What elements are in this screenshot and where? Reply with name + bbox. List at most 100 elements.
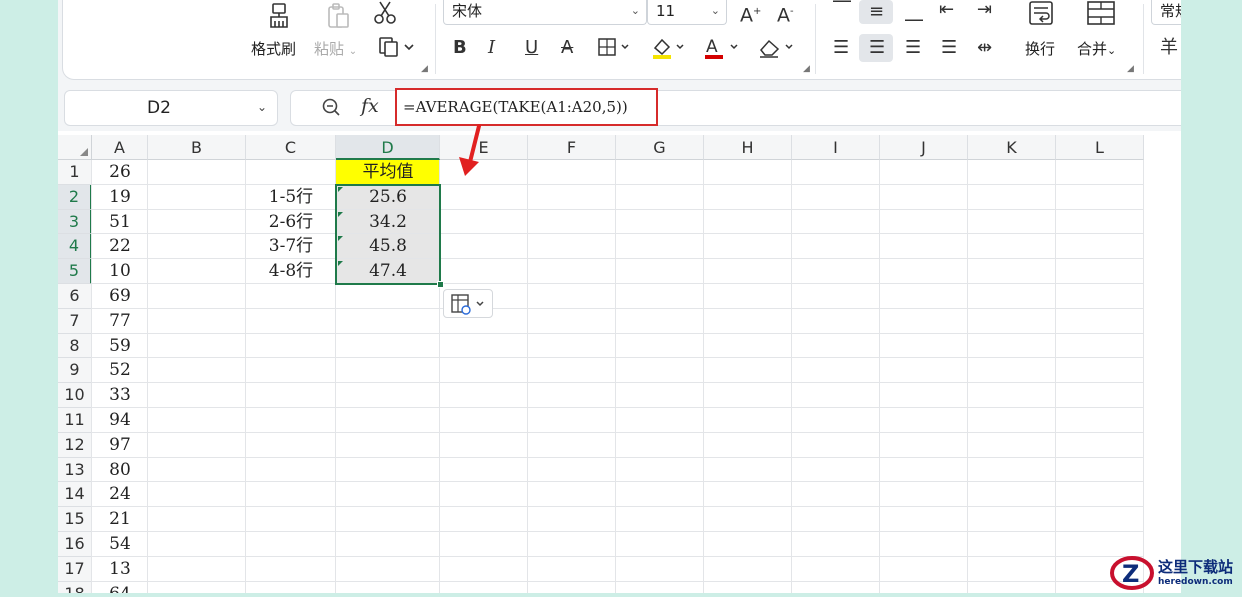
watermark-logo-icon: Z [1110, 556, 1154, 590]
cell-a3[interactable]: 51 [92, 210, 148, 235]
formula-input[interactable]: =AVERAGE(TAKE(A1:A20,5)) [395, 88, 658, 126]
column-header-i[interactable]: I [792, 135, 880, 160]
align-top-icon[interactable]: ⎺ [833, 0, 851, 20]
column-header-g[interactable]: G [616, 135, 704, 160]
column-header-a[interactable]: A [92, 135, 148, 160]
number-format-value: 常规 [1160, 2, 1181, 20]
row-header-5[interactable]: 5 [58, 259, 92, 284]
decrease-indent-icon[interactable]: ⇤ [939, 0, 954, 20]
column-header-h[interactable]: H [704, 135, 792, 160]
borders-icon[interactable] [597, 36, 633, 63]
alignment-launcher-icon[interactable]: ◢ [1127, 64, 1134, 74]
copy-button[interactable] [375, 36, 419, 62]
cell-a4[interactable]: 22 [92, 234, 148, 259]
wrap-text-button[interactable] [1023, 0, 1059, 32]
row-header-18[interactable]: 18 [58, 581, 92, 593]
cell-a11[interactable]: 94 [92, 408, 148, 433]
column-header-c[interactable]: C [246, 135, 336, 160]
increase-font-icon[interactable]: A+ [740, 2, 761, 25]
cell-a2[interactable]: 19 [92, 185, 148, 210]
gridline-vertical [527, 160, 528, 593]
bold-icon[interactable]: B [453, 38, 467, 58]
column-header-b[interactable]: B [148, 135, 246, 160]
row-header-2[interactable]: 2 [58, 184, 92, 210]
cell-c4[interactable]: 3-7行 [246, 234, 336, 259]
distributed-align-icon[interactable]: ⇹ [977, 38, 992, 58]
cut-button[interactable] [370, 0, 400, 30]
cell-a5[interactable]: 10 [92, 259, 148, 284]
zoom-icon[interactable] [321, 97, 341, 122]
italic-icon[interactable]: I [488, 38, 495, 58]
cell-a12[interactable]: 97 [92, 433, 148, 458]
row-header-12[interactable]: 12 [58, 432, 92, 458]
cell-c2[interactable]: 1-5行 [246, 185, 336, 210]
cell-a18[interactable]: 64 [92, 582, 148, 593]
site-watermark: Z 这里下载站 heredown.com [1110, 553, 1242, 593]
cell-a9[interactable]: 52 [92, 358, 148, 383]
align-right-icon[interactable]: ☰ [905, 38, 921, 58]
decrease-font-icon[interactable]: A- [777, 2, 794, 25]
align-middle-icon[interactable]: ≡ [869, 2, 884, 22]
svg-text:Z: Z [1122, 560, 1139, 588]
row-header-3[interactable]: 3 [58, 209, 92, 235]
align-bottom-icon[interactable]: ⎽ [905, 2, 923, 22]
row-header-6[interactable]: 6 [58, 284, 92, 309]
cell-a7[interactable]: 77 [92, 309, 148, 334]
fill-handle[interactable] [437, 281, 444, 288]
align-center-icon[interactable]: ☰ [869, 38, 885, 58]
row-header-8[interactable]: 8 [58, 333, 92, 359]
row-header-16[interactable]: 16 [58, 532, 92, 557]
formula-input-area[interactable]: fx =AVERAGE(TAKE(A1:A20,5)) [290, 88, 1181, 126]
font-color-icon[interactable]: A [703, 36, 741, 65]
justify-icon[interactable]: ☰ [941, 38, 957, 58]
row-header-4[interactable]: 4 [58, 234, 92, 260]
cell-a6[interactable]: 69 [92, 284, 148, 309]
row-header-13[interactable]: 13 [58, 457, 92, 483]
number-format-select[interactable]: 常规 [1151, 0, 1181, 25]
clipboard-launcher-icon[interactable]: ◢ [421, 64, 428, 74]
cell-c3[interactable]: 2-6行 [246, 210, 336, 235]
font-name-select[interactable]: 宋体 ⌄ [443, 0, 647, 25]
cell-a10[interactable]: 33 [92, 383, 148, 408]
fill-color-icon[interactable] [651, 36, 687, 65]
select-all-corner[interactable] [58, 135, 92, 160]
cell-c5[interactable]: 4-8行 [246, 259, 336, 284]
eraser-icon[interactable] [757, 36, 797, 65]
cell-d1[interactable]: 平均值 [336, 160, 440, 185]
row-header-14[interactable]: 14 [58, 482, 92, 508]
currency-icon[interactable]: 羊 [1160, 38, 1178, 58]
strikethrough-icon[interactable]: A [561, 38, 573, 58]
merge-button[interactable] [1083, 0, 1119, 32]
font-launcher-icon[interactable]: ◢ [803, 64, 810, 74]
paste-button[interactable] [321, 2, 355, 34]
gridline-vertical [791, 160, 792, 593]
row-header-11[interactable]: 11 [58, 408, 92, 433]
name-box[interactable]: D2 ⌄ [64, 90, 278, 126]
column-header-d[interactable]: D [336, 135, 440, 160]
cell-a17[interactable]: 13 [92, 557, 148, 582]
cell-a14[interactable]: 24 [92, 482, 148, 507]
column-header-f[interactable]: F [528, 135, 616, 160]
column-header-k[interactable]: K [968, 135, 1056, 160]
cell-a1[interactable]: 26 [92, 160, 148, 185]
gridline-horizontal [92, 531, 1144, 532]
insert-function-icon[interactable]: fx [361, 95, 379, 117]
column-header-j[interactable]: J [880, 135, 968, 160]
column-header-l[interactable]: L [1056, 135, 1144, 160]
row-header-9[interactable]: 9 [58, 358, 92, 384]
cell-a16[interactable]: 54 [92, 532, 148, 557]
paste-options-button[interactable] [443, 289, 493, 318]
cell-a15[interactable]: 21 [92, 507, 148, 532]
cell-a13[interactable]: 80 [92, 458, 148, 483]
cell-a8[interactable]: 59 [92, 334, 148, 359]
row-header-17[interactable]: 17 [58, 556, 92, 582]
underline-icon[interactable]: U [525, 38, 538, 58]
row-header-1[interactable]: 1 [58, 160, 92, 185]
format-painter-button[interactable] [253, 2, 305, 34]
font-size-select[interactable]: 11 ⌄ [647, 0, 727, 25]
row-header-7[interactable]: 7 [58, 308, 92, 334]
row-header-15[interactable]: 15 [58, 507, 92, 532]
align-left-icon[interactable]: ☰ [833, 38, 849, 58]
increase-indent-icon[interactable]: ⇥ [977, 0, 992, 20]
row-header-10[interactable]: 10 [58, 383, 92, 408]
